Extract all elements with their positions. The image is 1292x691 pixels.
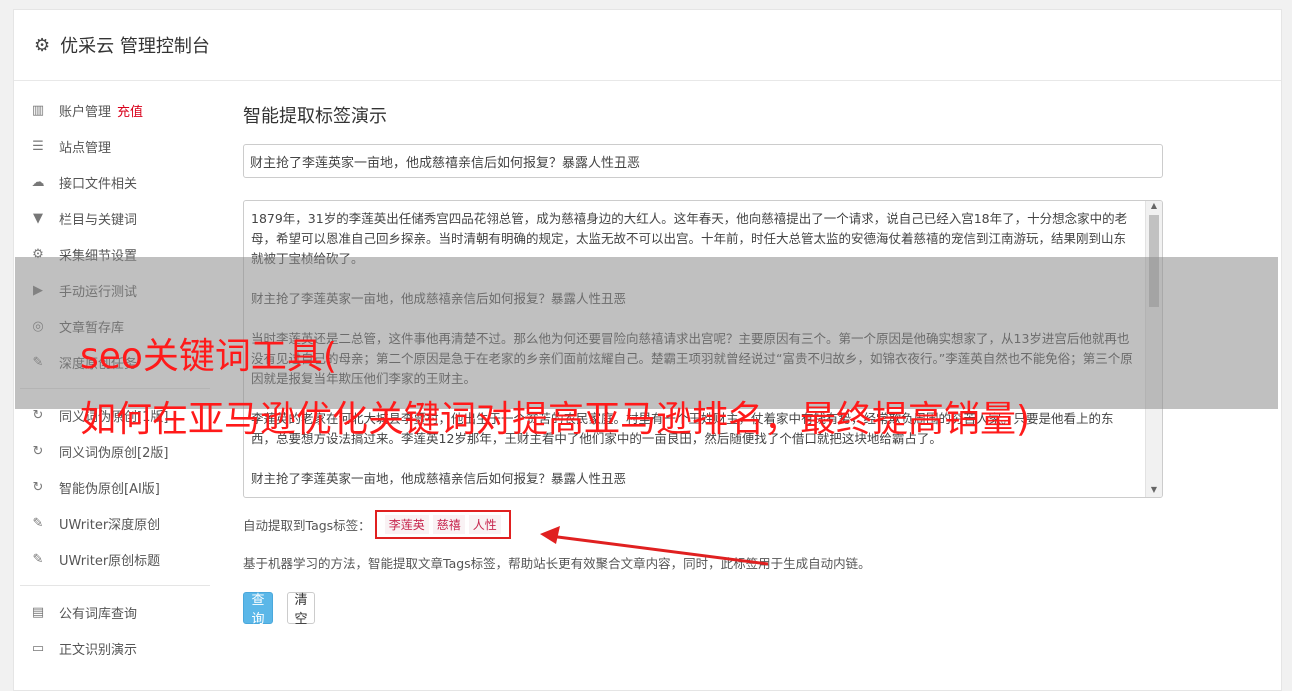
tag-item[interactable]: 慈禧 [432, 515, 465, 534]
recharge-link[interactable]: 充值 [117, 101, 143, 120]
sidebar-item-label: UWriter深度原创 [59, 517, 161, 533]
sidebar-item-label: 栏目与关键词 [59, 212, 138, 228]
edit-icon: ✎ [32, 515, 44, 531]
title-input[interactable] [243, 144, 1163, 178]
refresh-icon: ↻ [32, 407, 44, 423]
edit-icon: ✎ [32, 551, 44, 567]
bar-chart-icon: ▥ [31, 102, 45, 118]
clear-button[interactable]: 清空 [287, 592, 315, 627]
tags-box: 李莲英 慈禧 人性 [374, 510, 511, 539]
sidebar-item[interactable]: ▤ 公有词库查询 [20, 594, 210, 630]
sidebar-item-label: UWriter原创标题 [59, 553, 161, 569]
sidebar-item[interactable]: ▥ 账户管理 充值 [20, 92, 210, 128]
sidebar-item[interactable]: ▼ 栏目与关键词 [20, 200, 210, 236]
sidebar-item[interactable]: ▭ 正文识别演示 [20, 630, 210, 666]
sidebar-item-label: 智能伪原创[AI版] [59, 481, 160, 497]
tag-item[interactable]: 人性 [468, 515, 501, 534]
red-arrow-icon [540, 526, 769, 566]
scroll-down-icon[interactable]: ▼ [1146, 485, 1162, 497]
console-header: ⚙ 优采云 管理控制台 [14, 10, 1281, 81]
query-button[interactable]: 查询 [243, 592, 273, 627]
sidebar-item-label: 同义词伪原创[2版] [59, 445, 169, 461]
overlay-title-line1: seo关键词工具( [80, 336, 337, 377]
sidebar-item-label: 站点管理 [59, 140, 112, 156]
window-icon: ▭ [31, 640, 45, 656]
refresh-icon: ↻ [32, 479, 44, 495]
sidebar-item[interactable]: ☰ 站点管理 [20, 128, 210, 164]
gear-icon: ⚙ [34, 34, 51, 56]
book-icon: ▤ [31, 604, 45, 620]
sidebar-item-label: 接口文件相关 [59, 176, 138, 192]
section-heading: 智能提取标签演示 [243, 106, 387, 127]
refresh-icon: ↻ [32, 443, 44, 459]
server-icon: ☰ [32, 138, 44, 154]
tag-item[interactable]: 李莲英 [384, 515, 429, 534]
filter-icon: ▼ [33, 210, 43, 226]
overlay-title-line2: 如何在亚马逊优化关键词对提高亚马逊排名，最终提高销量) [80, 399, 1031, 440]
button-group: 查询 清空 [243, 592, 1163, 627]
cloud-upload-icon: ☁ [31, 174, 45, 190]
sidebar-item-label: 账户管理 [59, 104, 112, 120]
sidebar-item[interactable]: ✎ UWriter原创标题 [20, 541, 210, 577]
sidebar-item-label: 公有词库查询 [59, 606, 138, 622]
sidebar-item[interactable]: ✎ UWriter深度原创 [20, 505, 210, 541]
sidebar-item[interactable]: ↻ 智能伪原创[AI版] [20, 469, 210, 505]
tags-label: 自动提取到Tags标签： [243, 518, 371, 533]
sidebar-item-label: 正文识别演示 [59, 642, 138, 658]
sidebar-item[interactable]: ☁ 接口文件相关 [20, 164, 210, 200]
page-title: 优采云 管理控制台 [60, 36, 210, 57]
sidebar-divider [20, 585, 210, 586]
scroll-up-icon[interactable]: ▲ [1146, 201, 1162, 213]
